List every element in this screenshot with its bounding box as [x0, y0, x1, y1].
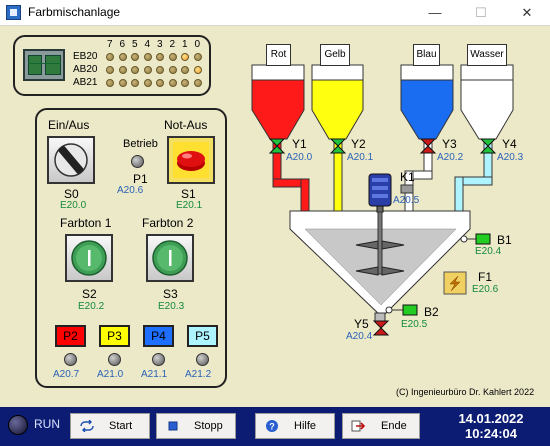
run-label: RUN [34, 417, 60, 431]
b1-label: B1 [497, 233, 512, 247]
f1-label: F1 [478, 270, 493, 284]
y2-address: A20.1 [347, 152, 374, 163]
f1-fault-icon [443, 271, 467, 295]
start-button[interactable]: Start [70, 413, 150, 439]
stop-icon [168, 421, 178, 431]
start-label: Start [109, 420, 133, 432]
copyright-text: (C) Ingenieurbüro Dr. Kahlert 2022 [396, 387, 535, 397]
valve-y1[interactable] [268, 138, 286, 154]
y3-label: Y3 [442, 137, 457, 151]
y5-label: Y5 [354, 317, 369, 331]
y4-label: Y4 [502, 137, 517, 151]
ende-button[interactable]: Ende [342, 413, 420, 439]
mixing-plant-schematic [251, 64, 514, 336]
stopp-label: Stopp [194, 420, 223, 432]
bottom-toolbar: RUN Start Stopp ? Hilfe Ende 14.01.2022 … [0, 407, 550, 446]
y5-address: A20.4 [346, 331, 373, 342]
window-title: Farbmischanlage [28, 5, 121, 19]
y1-address: A20.0 [286, 152, 313, 163]
hilfe-button[interactable]: ? Hilfe [255, 413, 335, 439]
valve-y4[interactable] [479, 138, 497, 154]
main-area: 76543210 EB20 AB20 AB21 Ein/Aus Not-Aus Be… [0, 27, 550, 407]
tank-wasser [460, 64, 514, 140]
k1-contactor-icon [400, 184, 414, 194]
tank-gelb-label: Gelb [320, 44, 350, 66]
b2-address: E20.5 [401, 319, 428, 330]
y3-address: A20.2 [437, 152, 464, 163]
valve-y2[interactable] [329, 138, 347, 154]
titlebar: Farbmischanlage — ☐ ✕ [0, 0, 550, 26]
tank-rot-label: Rot [266, 44, 291, 66]
svg-text:?: ? [269, 422, 275, 432]
k1-label: K1 [400, 170, 415, 184]
tank-gelb [311, 64, 364, 140]
datetime-display: 14.01.2022 10:24:04 [436, 411, 546, 441]
b1-address: E20.4 [475, 246, 502, 257]
b1-level-sensor [460, 233, 491, 245]
tank-blau [400, 64, 454, 140]
b2-label: B2 [424, 305, 439, 319]
y4-address: A20.3 [497, 152, 524, 163]
stopp-button[interactable]: Stopp [156, 413, 236, 439]
close-button[interactable]: ✕ [504, 0, 550, 26]
tank-rot [251, 64, 305, 140]
tank-wasser-label: Wasser [467, 44, 507, 66]
time-text: 10:24:04 [464, 426, 518, 441]
exit-icon [351, 420, 366, 432]
y1-label: Y1 [292, 137, 307, 151]
f1-address: E20.6 [472, 284, 499, 295]
help-icon: ? [266, 420, 278, 432]
maximize-button[interactable]: ☐ [458, 0, 504, 26]
app-icon [6, 5, 21, 20]
tank-blau-label: Blau [413, 44, 440, 66]
start-icon [80, 420, 94, 432]
run-led [8, 415, 28, 435]
k1-address: A20.5 [393, 195, 420, 206]
hilfe-label: Hilfe [294, 420, 317, 432]
valve-y5[interactable] [372, 320, 390, 336]
y2-label: Y2 [351, 137, 366, 151]
date-text: 14.01.2022 [458, 411, 524, 426]
valve-y3[interactable] [419, 138, 437, 154]
minimize-button[interactable]: — [412, 0, 458, 26]
ende-label: Ende [381, 420, 407, 432]
